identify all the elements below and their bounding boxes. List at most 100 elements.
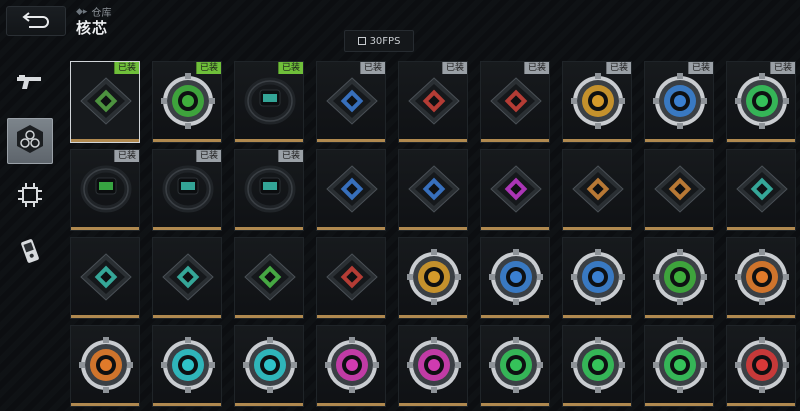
equipped-badge: 已装 [277, 150, 303, 162]
rarity-bar [727, 403, 795, 406]
inventory-cell[interactable] [234, 325, 304, 407]
rarity-bar [71, 315, 139, 318]
back-button[interactable] [6, 6, 66, 36]
rarity-bar [481, 403, 549, 406]
inventory-cell[interactable] [234, 237, 304, 319]
inventory-cell[interactable] [70, 237, 140, 319]
wristband-icon [162, 165, 214, 213]
equipped-badge: 已装 [113, 150, 139, 162]
inventory-cell[interactable] [316, 149, 386, 231]
sidebar-item-chips[interactable] [7, 174, 53, 220]
inventory-cell[interactable] [644, 149, 714, 231]
inventory-cell[interactable] [562, 237, 632, 319]
core-disc-icon [653, 337, 707, 393]
rarity-bar [153, 227, 221, 230]
inventory-cell[interactable] [726, 325, 796, 407]
fps-label: 30FPS [369, 35, 401, 47]
sidebar-item-cores[interactable] [7, 118, 53, 164]
rarity-bar [481, 227, 549, 230]
inventory-cell[interactable]: 已装 [726, 61, 796, 143]
rarity-bar [481, 315, 549, 318]
equipped-badge: 已装 [195, 62, 221, 74]
inventory-cell[interactable] [726, 237, 796, 319]
equipped-badge: 已装 [277, 62, 303, 74]
inventory-cell[interactable] [480, 325, 550, 407]
core-disc-icon [735, 73, 789, 129]
chip-icon [16, 181, 44, 213]
rarity-bar [399, 315, 467, 318]
core-disc-icon [571, 73, 625, 129]
inventory-cell[interactable] [398, 237, 468, 319]
breadcrumb-marker-icon: ◆▸ [76, 6, 88, 17]
rarity-bar [563, 315, 631, 318]
inventory-cell[interactable]: 已装 [152, 149, 222, 231]
rarity-bar [71, 403, 139, 406]
inventory-cell[interactable] [152, 237, 222, 319]
inventory-cell[interactable]: 已装 [70, 61, 140, 143]
chip-module-icon [326, 253, 378, 301]
rarity-bar [645, 139, 713, 142]
rarity-bar [645, 227, 713, 230]
chip-module-icon [490, 165, 542, 213]
core-disc-icon [735, 249, 789, 305]
core-disc-icon [489, 249, 543, 305]
sidebar-item-devices[interactable] [7, 230, 53, 276]
rarity-bar [727, 139, 795, 142]
inventory-cell[interactable] [398, 325, 468, 407]
inventory-cell[interactable]: 已装 [562, 61, 632, 143]
chip-module-icon [80, 253, 132, 301]
rarity-bar [727, 315, 795, 318]
core-disc-icon [653, 249, 707, 305]
rarity-bar [235, 315, 303, 318]
wristband-icon [244, 77, 296, 125]
inventory-cell[interactable]: 已装 [480, 61, 550, 143]
inventory-cell[interactable] [562, 149, 632, 231]
inventory-cell[interactable] [480, 149, 550, 231]
inventory-cell[interactable]: 已装 [644, 61, 714, 143]
inventory-cell[interactable] [70, 325, 140, 407]
device-icon [18, 236, 42, 270]
sidebar-item-weapons[interactable] [7, 62, 53, 108]
core-disc-icon [571, 337, 625, 393]
inventory-cell[interactable]: 已装 [152, 61, 222, 143]
rarity-bar [727, 227, 795, 230]
chip-module-icon [80, 77, 132, 125]
inventory-cell[interactable]: 已装 [234, 149, 304, 231]
chip-module-icon [572, 165, 624, 213]
inventory-cell[interactable] [644, 237, 714, 319]
rarity-bar [153, 403, 221, 406]
back-arrow-icon [21, 10, 51, 32]
core-disc-icon [407, 249, 461, 305]
inventory-cell[interactable]: 已装 [398, 61, 468, 143]
inventory-cell[interactable] [316, 237, 386, 319]
inventory-cell[interactable] [398, 149, 468, 231]
core-disc-icon [161, 73, 215, 129]
core-disc-icon [79, 337, 133, 393]
rarity-bar [399, 403, 467, 406]
rarity-bar [153, 315, 221, 318]
chip-module-icon [162, 253, 214, 301]
core-disc-icon [735, 337, 789, 393]
rarity-bar [71, 139, 139, 142]
inventory-cell[interactable] [480, 237, 550, 319]
inventory-cell[interactable] [644, 325, 714, 407]
inventory-cell[interactable] [562, 325, 632, 407]
inventory-cell[interactable] [152, 325, 222, 407]
rarity-bar [153, 139, 221, 142]
chip-module-icon [326, 165, 378, 213]
equipped-badge: 已装 [687, 62, 713, 74]
inventory-cell[interactable]: 已装 [316, 61, 386, 143]
rarity-bar [563, 227, 631, 230]
core-disc-icon [653, 73, 707, 129]
page-title: 核芯 [76, 19, 109, 37]
rarity-bar [399, 227, 467, 230]
inventory-grid: 已装 已装 已装 已装 已装 已装 已装 已装 已装 已装 已装 已装 [70, 61, 800, 411]
rarity-bar [317, 139, 385, 142]
equipped-badge: 已装 [605, 62, 631, 74]
inventory-cell[interactable]: 已装 [70, 149, 140, 231]
inventory-cell[interactable]: 已装 [234, 61, 304, 143]
rarity-bar [563, 403, 631, 406]
equipped-badge: 已装 [769, 62, 795, 74]
inventory-cell[interactable] [316, 325, 386, 407]
inventory-cell[interactable] [726, 149, 796, 231]
